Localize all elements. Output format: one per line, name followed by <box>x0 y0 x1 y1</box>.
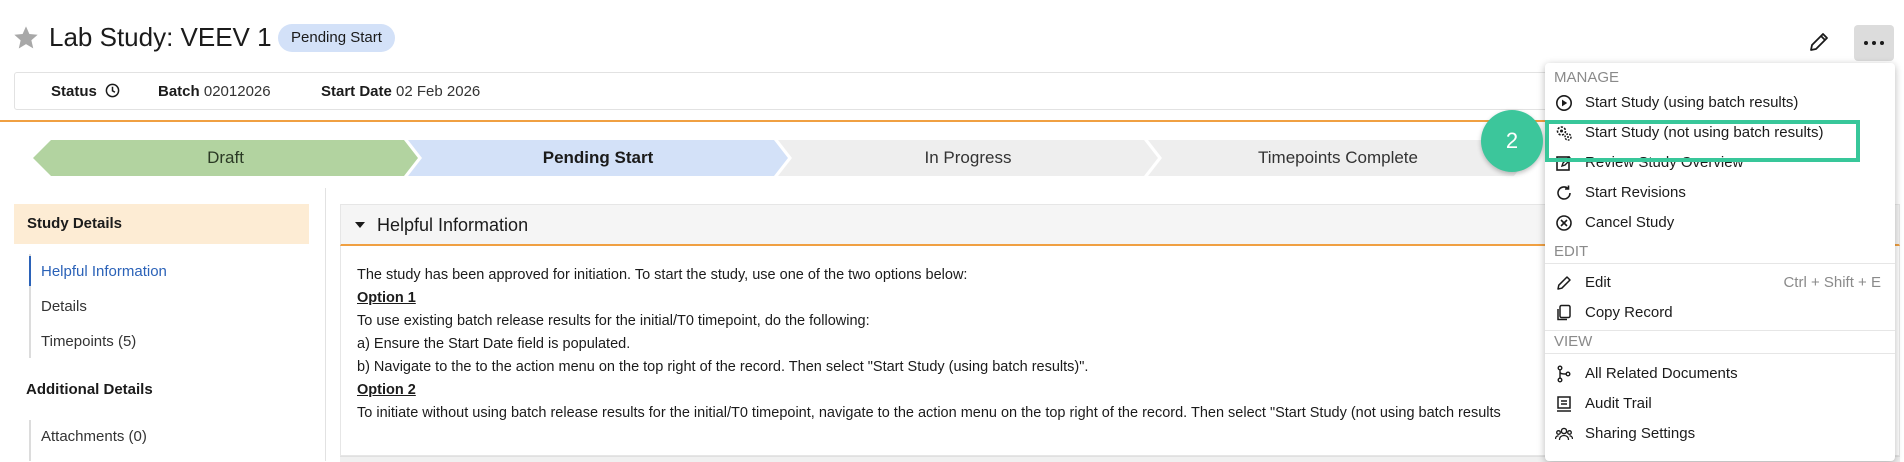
favorite-star-icon[interactable] <box>12 24 40 52</box>
menu-item-label: Cancel Study <box>1585 214 1675 231</box>
record-info-bar: Status Batch 02012026 Start Date 02 Feb … <box>14 72 1556 110</box>
menu-item-label: Copy Record <box>1585 304 1673 321</box>
menu-item-audit-trail[interactable]: Audit Trail <box>1545 389 1895 419</box>
status-field: Status <box>51 83 120 100</box>
more-actions-button[interactable] <box>1854 25 1894 61</box>
menu-header-manage: MANAGE <box>1554 69 1620 86</box>
stage-in-progress[interactable]: In Progress <box>778 140 1158 176</box>
play-circle-icon <box>1556 95 1572 111</box>
nav-item-helpful-information[interactable]: Helpful Information <box>41 263 167 280</box>
pencil-icon <box>1810 33 1828 51</box>
status-badge: Pending Start <box>278 24 395 52</box>
stage-path: Draft Pending Start In Progress Timepoin… <box>33 140 1513 176</box>
menu-header-view: VIEW <box>1554 333 1593 350</box>
edit-button[interactable] <box>1804 27 1834 57</box>
header-divider <box>0 120 1545 122</box>
info-text-line: To initiate without using batch release … <box>357 405 1501 421</box>
info-text-line: b) Navigate to the to the action menu on… <box>357 359 1089 375</box>
menu-item-label: Audit Trail <box>1585 395 1652 412</box>
step-number-badge: 2 <box>1481 110 1543 172</box>
stage-pending-start[interactable]: Pending Start <box>408 140 788 176</box>
menu-item-cancel-study[interactable]: Cancel Study <box>1545 208 1895 238</box>
menu-item-edit[interactable]: Edit Ctrl + Shift + E <box>1545 268 1895 298</box>
menu-separator <box>1545 330 1895 331</box>
step-highlight-box <box>1545 120 1860 162</box>
nav-item-timepoints[interactable]: Timepoints (5) <box>41 333 136 350</box>
copy-icon <box>1557 304 1571 321</box>
pencil-icon <box>1557 276 1571 290</box>
nav-active-indicator <box>29 256 31 286</box>
page-title: Lab Study: VEEV 1 <box>49 22 272 52</box>
start-date-value: 02 Feb 2026 <box>396 83 481 100</box>
batch-label: Batch <box>158 83 200 100</box>
stage-draft[interactable]: Draft <box>33 140 418 176</box>
status-label: Status <box>51 83 97 100</box>
menu-item-start-study-using-batch[interactable]: Start Study (using batch results) <box>1545 88 1895 118</box>
menu-item-sharing-settings[interactable]: Sharing Settings <box>1545 419 1895 449</box>
info-text-line: a) Ensure the Start Date field is popula… <box>357 336 631 352</box>
menu-item-label: Sharing Settings <box>1585 425 1696 442</box>
nav-divider <box>325 188 326 461</box>
menu-item-start-revisions[interactable]: Start Revisions <box>1545 178 1895 208</box>
nav-item-details[interactable]: Details <box>41 298 87 315</box>
more-dot <box>1880 41 1884 45</box>
menu-separator <box>1545 263 1895 264</box>
menu-separator <box>1545 353 1895 354</box>
nav-section-additional-details[interactable]: Additional Details <box>26 381 153 398</box>
menu-header-edit: EDIT <box>1554 243 1589 260</box>
menu-item-copy-record[interactable]: Copy Record <box>1545 298 1895 328</box>
info-text-line: To use existing batch release results fo… <box>357 313 870 329</box>
nav-item-attachments[interactable]: Attachments (0) <box>41 428 147 445</box>
nav-tree-line <box>29 420 31 461</box>
related-docs-icon <box>1557 365 1571 383</box>
menu-item-shortcut: Ctrl + Shift + E <box>1783 274 1881 291</box>
batch-value: 02012026 <box>203 83 271 100</box>
menu-item-label: Start Study (using batch results) <box>1585 94 1799 111</box>
option-1-heading: Option 1 <box>357 290 416 306</box>
nav-section-study-details[interactable]: Study Details <box>14 204 309 244</box>
stage-timepoints-complete[interactable]: Timepoints Complete <box>1148 140 1528 176</box>
audit-trail-icon <box>1557 396 1571 412</box>
section-title: Helpful Information <box>377 215 529 235</box>
start-date-field: Start Date 02 Feb 2026 <box>321 83 480 100</box>
menu-item-label: Edit <box>1585 274 1611 291</box>
refresh-icon <box>1557 185 1571 200</box>
clock-icon[interactable] <box>105 83 120 98</box>
menu-item-label: All Related Documents <box>1585 365 1738 382</box>
menu-item-label: Start Revisions <box>1585 184 1686 201</box>
start-date-label: Start Date <box>321 83 392 100</box>
caret-down-icon[interactable] <box>355 222 365 228</box>
menu-item-all-related-documents[interactable]: All Related Documents <box>1545 359 1895 389</box>
cancel-circle-icon <box>1556 215 1572 231</box>
sharing-icon <box>1555 427 1573 441</box>
info-text-line: The study has been approved for initiati… <box>357 267 968 283</box>
more-dot <box>1864 41 1868 45</box>
option-2-heading: Option 2 <box>357 382 416 398</box>
batch-field: Batch 02012026 <box>158 83 271 100</box>
more-dot <box>1872 41 1876 45</box>
